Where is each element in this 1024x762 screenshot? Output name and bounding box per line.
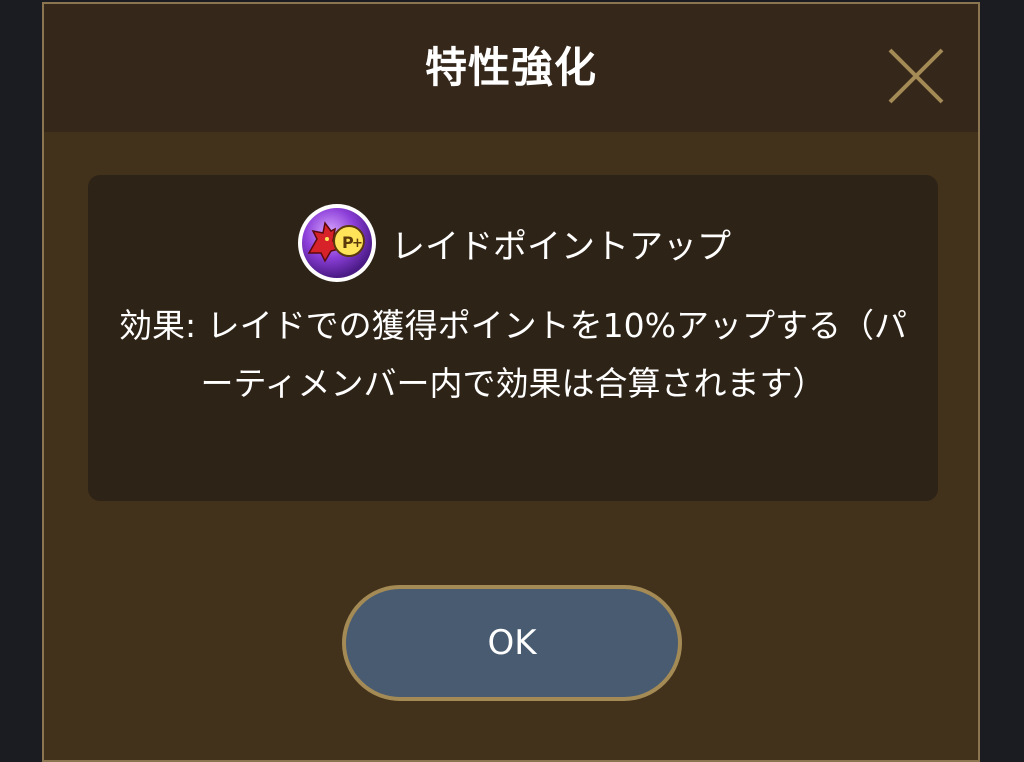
dialog: 特性強化 P + レイドポイントアップ 効果: レイドでの獲得ポイントを10%ア… <box>42 2 980 762</box>
skill-name: レイドポイントアップ <box>391 226 731 267</box>
skill-description: 効果: レイドでの獲得ポイントを10%アップする（パーティメンバー内で効果は合算… <box>119 306 907 403</box>
close-button[interactable] <box>886 46 946 106</box>
svg-text:+: + <box>352 236 363 251</box>
dialog-title: 特性強化 <box>424 43 597 92</box>
raid-point-up-icon: P + <box>298 204 376 282</box>
close-icon <box>888 48 944 104</box>
skill-panel: P + レイドポイントアップ 効果: レイドでの獲得ポイントを10%アップする（… <box>88 175 938 501</box>
skill-row: P + レイドポイントアップ <box>88 203 938 283</box>
ok-button[interactable]: OK <box>342 585 682 701</box>
dialog-header: 特性強化 <box>44 4 978 132</box>
